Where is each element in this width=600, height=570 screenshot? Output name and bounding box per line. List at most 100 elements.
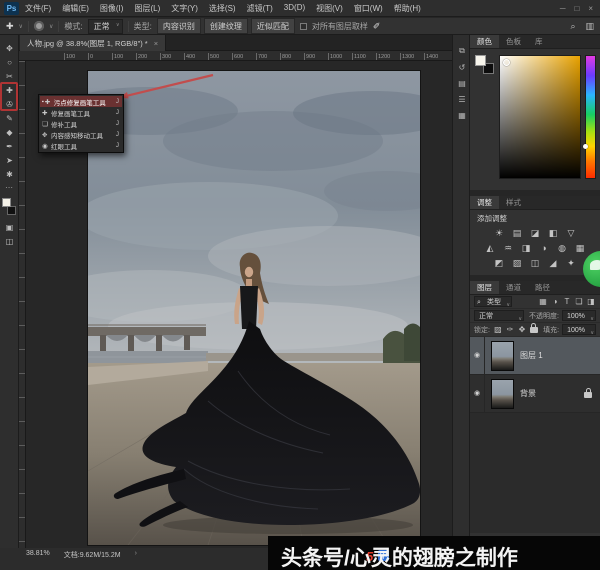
- lock-option-icon[interactable]: ✥: [517, 325, 527, 334]
- adjustment-icon[interactable]: ◨: [521, 243, 532, 254]
- foreground-color-swatch[interactable]: [475, 55, 486, 66]
- menu-item[interactable]: 图层(L): [134, 3, 160, 14]
- panel-rail-icon[interactable]: ▦: [453, 107, 471, 123]
- layer-thumbnail[interactable]: [491, 379, 514, 409]
- tool-spot-healing-brush-icon[interactable]: ✚: [0, 83, 19, 97]
- menu-item[interactable]: 选择(S): [209, 3, 236, 14]
- tool-preset-caret-icon[interactable]: ∨: [19, 23, 23, 30]
- lock-option-icon[interactable]: ▨: [493, 325, 503, 334]
- tool-path-select-icon[interactable]: ➤: [0, 153, 19, 167]
- adjustment-icon[interactable]: ▨: [512, 258, 523, 269]
- document-tab[interactable]: 人物.jpg @ 38.8%(图层 1, RGB/8") * ×: [20, 35, 166, 51]
- type-button[interactable]: 创建纹理: [204, 18, 248, 34]
- opacity-select[interactable]: 100%: [562, 310, 596, 321]
- tool-blur-icon[interactable]: ◆: [0, 125, 19, 139]
- menu-item[interactable]: 视图(V): [316, 3, 343, 14]
- layer-thumbnail[interactable]: [491, 341, 514, 371]
- hue-slider-marker[interactable]: [583, 144, 588, 149]
- pressure-icon[interactable]: ✐: [373, 21, 381, 32]
- adjustment-icon[interactable]: ▤: [512, 228, 523, 239]
- workspace-switcher-icon[interactable]: ▥: [585, 21, 594, 32]
- mode-select[interactable]: 正常: [88, 19, 123, 34]
- window-control-icon[interactable]: ×: [588, 4, 593, 13]
- menu-item[interactable]: 编辑(E): [62, 3, 89, 14]
- flyout-item[interactable]: ▪❏修补工具J: [40, 118, 122, 129]
- menu-item[interactable]: 帮助(H): [394, 3, 421, 14]
- layer-filter-select[interactable]: ⌕ 类型: [474, 296, 512, 307]
- tab-路径[interactable]: 路径: [528, 281, 557, 294]
- filter-type-icon[interactable]: ❏: [574, 297, 584, 306]
- layer-row[interactable]: ◉背景: [470, 375, 600, 413]
- adjustment-icon[interactable]: ◑: [539, 243, 550, 254]
- zoom-level[interactable]: 38.81%: [26, 550, 50, 557]
- tool-clone-stamp-icon[interactable]: ✇: [0, 97, 19, 111]
- panel-rail-icon[interactable]: ↺: [453, 59, 471, 75]
- adjustment-icon[interactable]: ▽: [566, 228, 577, 239]
- foreground-color-swatch[interactable]: [2, 198, 11, 207]
- panel-rail-icon[interactable]: ▤: [453, 75, 471, 91]
- flyout-item[interactable]: ▪✚污点修复画笔工具J: [40, 96, 122, 107]
- tool-pen-icon[interactable]: ✒: [0, 139, 19, 153]
- menu-item[interactable]: 图像(I): [100, 3, 124, 14]
- menu-item[interactable]: 文字(Y): [171, 3, 198, 14]
- filter-type-icon[interactable]: ◑: [550, 297, 560, 306]
- hue-slider[interactable]: [585, 55, 596, 179]
- lock-all-icon[interactable]: [530, 327, 538, 333]
- tool-brush-icon[interactable]: ✎: [0, 111, 19, 125]
- background-color-swatch[interactable]: [7, 206, 16, 215]
- flyout-item[interactable]: ▪◉红眼工具J: [40, 140, 122, 151]
- adjustment-icon[interactable]: ◭: [485, 243, 496, 254]
- status-expand-icon[interactable]: ›: [135, 550, 137, 557]
- tab-库[interactable]: 库: [528, 35, 550, 48]
- window-control-icon[interactable]: ─: [560, 4, 566, 13]
- panel-rail-icon[interactable]: ⧉: [453, 43, 471, 59]
- tab-颜色[interactable]: 颜色: [470, 35, 499, 48]
- tab-图层[interactable]: 图层: [470, 281, 499, 294]
- filter-type-icon[interactable]: T: [562, 297, 572, 306]
- adjustment-icon[interactable]: ▦: [575, 243, 586, 254]
- type-button[interactable]: 内容识别: [157, 18, 201, 34]
- tool-lasso-icon[interactable]: ○: [0, 55, 19, 69]
- tab-调整[interactable]: 调整: [470, 196, 499, 209]
- toolbar-overflow-icon[interactable]: ⋯: [0, 183, 18, 192]
- color-picker-marker[interactable]: [503, 59, 510, 66]
- adjustment-icon[interactable]: ✦: [566, 258, 577, 269]
- brush-preset-icon[interactable]: [34, 21, 44, 31]
- type-button[interactable]: 近似匹配: [251, 18, 295, 34]
- adjustment-icon[interactable]: ◍: [557, 243, 568, 254]
- adjustment-icon[interactable]: ◫: [530, 258, 541, 269]
- fill-select[interactable]: 100%: [562, 324, 596, 335]
- adjustment-icon[interactable]: ☀: [494, 228, 505, 239]
- tab-色板[interactable]: 色板: [499, 35, 528, 48]
- tool-hand-icon[interactable]: ✱: [0, 167, 19, 181]
- flyout-item[interactable]: ▪✥内容感知移动工具J: [40, 129, 122, 140]
- window-control-icon[interactable]: □: [574, 4, 579, 13]
- adjustment-icon[interactable]: ◢: [548, 258, 559, 269]
- lock-option-icon[interactable]: ✑: [505, 325, 515, 334]
- panel-rail-icon[interactable]: ☰: [453, 91, 471, 107]
- tab-通道[interactable]: 通道: [499, 281, 528, 294]
- brush-preset-caret-icon[interactable]: ∨: [49, 23, 53, 30]
- tab-样式[interactable]: 样式: [499, 196, 528, 209]
- adjustment-icon[interactable]: ♒: [503, 243, 514, 254]
- adjustment-icon[interactable]: ◧: [548, 228, 559, 239]
- visibility-eye-icon[interactable]: ◉: [470, 337, 485, 374]
- close-tab-icon[interactable]: ×: [154, 39, 158, 48]
- layer-row[interactable]: ◉图层 1: [470, 337, 600, 375]
- filter-type-icon[interactable]: ▦: [538, 297, 548, 306]
- menu-item[interactable]: 滤镜(T): [247, 3, 273, 14]
- menu-item[interactable]: 窗口(W): [354, 3, 383, 14]
- tool-crop-icon[interactable]: ✂: [0, 69, 19, 83]
- adjustment-icon[interactable]: ◩: [494, 258, 505, 269]
- adjustment-icon[interactable]: ◪: [530, 228, 541, 239]
- filter-type-icon[interactable]: ◨: [586, 297, 596, 306]
- sample-all-layers-checkbox[interactable]: [300, 23, 307, 30]
- saturation-brightness-field[interactable]: [499, 55, 581, 179]
- quick-mask-icon[interactable]: ▣: [0, 220, 19, 234]
- blend-mode-select[interactable]: 正常: [474, 310, 524, 321]
- tool-move-icon[interactable]: ✥: [0, 41, 19, 55]
- flyout-item[interactable]: ▪✚修复画笔工具J: [40, 107, 122, 118]
- search-icon[interactable]: ⌕: [570, 21, 575, 32]
- screen-mode-icon[interactable]: ◫: [0, 234, 19, 248]
- color-swatches[interactable]: [0, 196, 19, 220]
